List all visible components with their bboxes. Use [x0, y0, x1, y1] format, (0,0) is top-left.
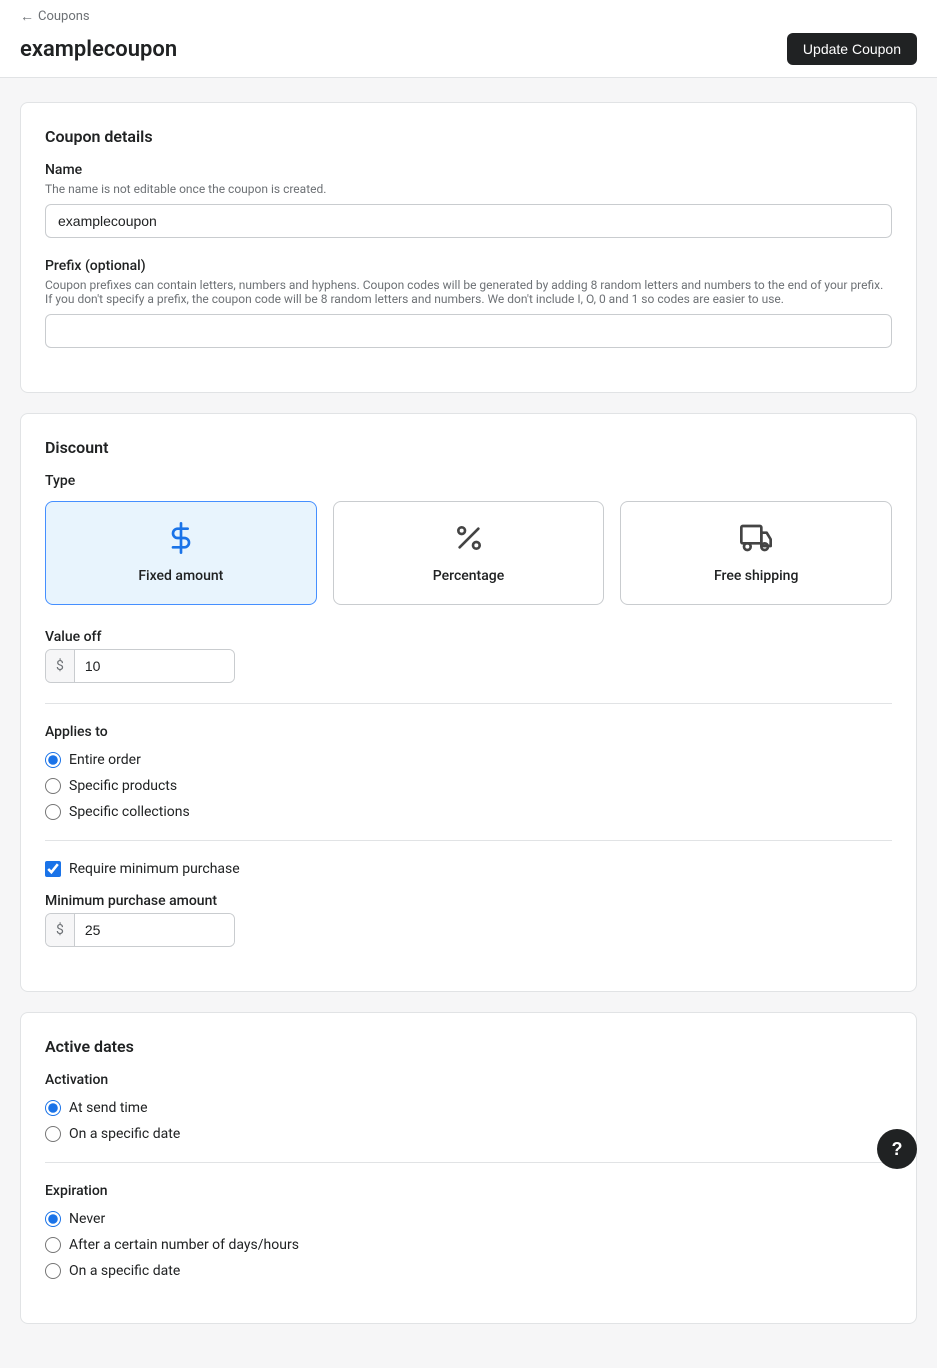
applies-to-radio-group: Entire order Specific products Specific … — [45, 752, 892, 820]
radio-on-specific-date-activation[interactable]: On a specific date — [45, 1126, 892, 1142]
breadcrumb-link[interactable]: ← Coupons — [20, 8, 90, 25]
radio-never-input[interactable] — [45, 1211, 61, 1227]
radio-after-days-hours[interactable]: After a certain number of days/hours — [45, 1237, 892, 1253]
divider-1 — [45, 703, 892, 704]
minimum-amount-label: Minimum purchase amount — [45, 893, 892, 909]
expiration-radio-group: Never After a certain number of days/hou… — [45, 1211, 892, 1279]
minimum-amount-input[interactable] — [75, 914, 234, 946]
type-card-free-shipping[interactable]: Free shipping — [620, 501, 892, 605]
breadcrumb-label: Coupons — [38, 9, 90, 24]
name-hint: The name is not editable once the coupon… — [45, 182, 892, 196]
radio-at-send-time-label: At send time — [69, 1100, 148, 1116]
applies-to-group: Applies to Entire order Specific product… — [45, 724, 892, 820]
help-button[interactable]: ? — [877, 1129, 917, 1169]
prefix-group: Prefix (optional) Coupon prefixes can co… — [45, 258, 892, 348]
type-card-fixed[interactable]: Fixed amount — [45, 501, 317, 605]
minimum-amount-group: Minimum purchase amount $ — [45, 893, 892, 947]
value-off-input[interactable] — [75, 650, 234, 682]
radio-specific-products-input[interactable] — [45, 778, 61, 794]
update-coupon-button[interactable]: Update Coupon — [787, 33, 917, 65]
discount-title: Discount — [45, 438, 892, 457]
expiration-label: Expiration — [45, 1183, 892, 1199]
radio-entire-order-label: Entire order — [69, 752, 141, 768]
type-label: Type — [45, 473, 892, 489]
minimum-amount-input-group: $ — [45, 913, 235, 947]
value-off-group: Value off $ — [45, 629, 892, 683]
require-minimum-label: Require minimum purchase — [69, 861, 240, 877]
minimum-amount-prefix: $ — [46, 914, 75, 946]
activation-group: Activation At send time On a specific da… — [45, 1072, 892, 1142]
applies-to-label: Applies to — [45, 724, 892, 740]
value-off-input-group: $ — [45, 649, 235, 683]
type-card-free-shipping-label: Free shipping — [714, 568, 798, 584]
coupon-details-card: Coupon details Name The name is not edit… — [20, 102, 917, 393]
radio-on-specific-date-expiration[interactable]: On a specific date — [45, 1263, 892, 1279]
radio-specific-products[interactable]: Specific products — [45, 778, 892, 794]
activation-label: Activation — [45, 1072, 892, 1088]
radio-never-label: Never — [69, 1211, 105, 1227]
value-off-prefix: $ — [46, 650, 75, 682]
prefix-input[interactable] — [45, 314, 892, 348]
radio-after-days-hours-label: After a certain number of days/hours — [69, 1237, 299, 1253]
coupon-details-title: Coupon details — [45, 127, 892, 146]
type-card-fixed-label: Fixed amount — [138, 568, 223, 584]
radio-on-specific-date-activation-input[interactable] — [45, 1126, 61, 1142]
name-group: Name The name is not editable once the c… — [45, 162, 892, 238]
active-dates-card: Active dates Activation At send time On … — [20, 1012, 917, 1324]
radio-specific-collections[interactable]: Specific collections — [45, 804, 892, 820]
prefix-hint: Coupon prefixes can contain letters, num… — [45, 278, 892, 306]
value-off-label: Value off — [45, 629, 892, 645]
truck-icon — [740, 522, 772, 558]
radio-specific-collections-label: Specific collections — [69, 804, 190, 820]
type-card-percentage-label: Percentage — [433, 568, 504, 584]
radio-after-days-hours-input[interactable] — [45, 1237, 61, 1253]
dollar-icon — [165, 522, 197, 558]
divider-2 — [45, 840, 892, 841]
page-title: examplecoupon — [20, 37, 177, 62]
divider-3 — [45, 1162, 892, 1163]
radio-at-send-time[interactable]: At send time — [45, 1100, 892, 1116]
radio-specific-products-label: Specific products — [69, 778, 177, 794]
prefix-label: Prefix (optional) — [45, 258, 892, 274]
radio-never[interactable]: Never — [45, 1211, 892, 1227]
percent-icon — [453, 522, 485, 558]
require-minimum-group: Require minimum purchase Minimum purchas… — [45, 861, 892, 947]
radio-entire-order-input[interactable] — [45, 752, 61, 768]
type-card-percentage[interactable]: Percentage — [333, 501, 605, 605]
back-arrow-icon: ← — [20, 8, 34, 25]
require-minimum-checkbox[interactable] — [45, 861, 61, 877]
radio-entire-order[interactable]: Entire order — [45, 752, 892, 768]
expiration-group: Expiration Never After a certain number … — [45, 1183, 892, 1279]
require-minimum-checkbox-item[interactable]: Require minimum purchase — [45, 861, 892, 877]
activation-radio-group: At send time On a specific date — [45, 1100, 892, 1142]
type-cards: Fixed amount Percentage — [45, 501, 892, 605]
name-label: Name — [45, 162, 892, 178]
radio-on-specific-date-activation-label: On a specific date — [69, 1126, 180, 1142]
discount-card: Discount Type Fixed amount — [20, 413, 917, 992]
radio-at-send-time-input[interactable] — [45, 1100, 61, 1116]
radio-specific-collections-input[interactable] — [45, 804, 61, 820]
active-dates-title: Active dates — [45, 1037, 892, 1056]
radio-on-specific-date-expiration-label: On a specific date — [69, 1263, 180, 1279]
name-input[interactable] — [45, 204, 892, 238]
radio-on-specific-date-expiration-input[interactable] — [45, 1263, 61, 1279]
